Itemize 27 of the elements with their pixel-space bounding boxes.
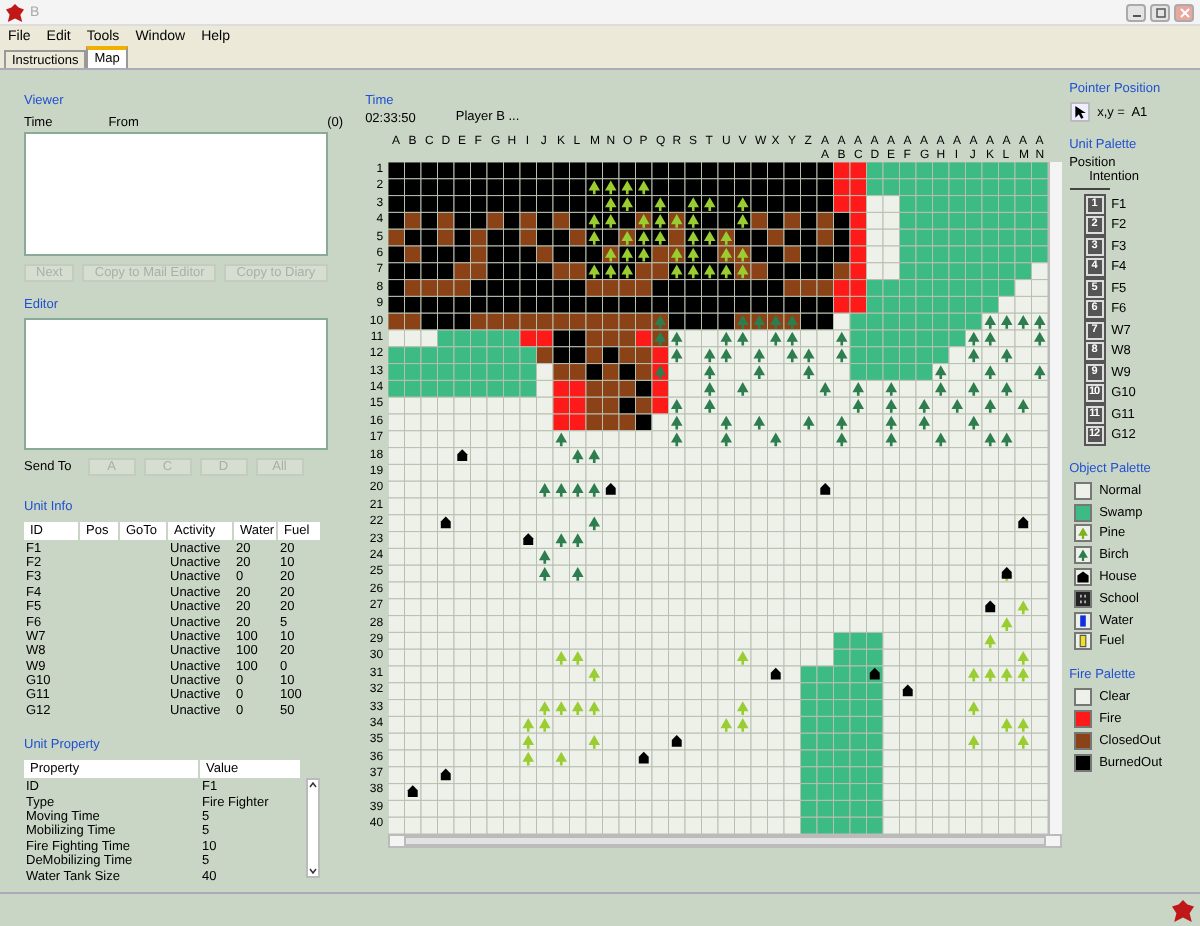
fire-state-swatch[interactable] (1073, 731, 1092, 750)
water-icon[interactable] (1073, 611, 1092, 630)
school-icon[interactable] (1073, 589, 1092, 608)
scrollbar[interactable] (387, 834, 1062, 848)
pointer-tool-button[interactable] (1069, 102, 1090, 122)
tree-icon[interactable] (1073, 546, 1092, 565)
map-drawing[interactable] (387, 162, 1048, 834)
editor-text-area[interactable] (24, 318, 328, 450)
swamp-swatch[interactable] (1073, 503, 1092, 522)
fire-state-swatch[interactable] (1073, 710, 1092, 729)
scroll-up-icon[interactable] (308, 780, 318, 791)
pine-tree-icon[interactable] (1073, 524, 1092, 543)
minimize-button[interactable] (1126, 3, 1146, 21)
app-icon (1172, 899, 1194, 921)
scrollbar[interactable] (306, 778, 320, 879)
normal-swatch[interactable] (1073, 481, 1092, 500)
maximize-icon (1155, 7, 1165, 17)
scroll-down-icon[interactable] (308, 866, 318, 877)
viewer-text-area[interactable] (24, 132, 328, 257)
fuel-icon[interactable] (1073, 632, 1092, 651)
close-icon (1179, 7, 1189, 17)
house-icon[interactable] (1073, 568, 1092, 587)
app-icon (6, 3, 24, 21)
fire-state-swatch[interactable] (1073, 753, 1092, 772)
maximize-button[interactable] (1150, 3, 1170, 21)
close-button[interactable] (1174, 3, 1194, 21)
fire-state-swatch[interactable] (1073, 688, 1092, 707)
